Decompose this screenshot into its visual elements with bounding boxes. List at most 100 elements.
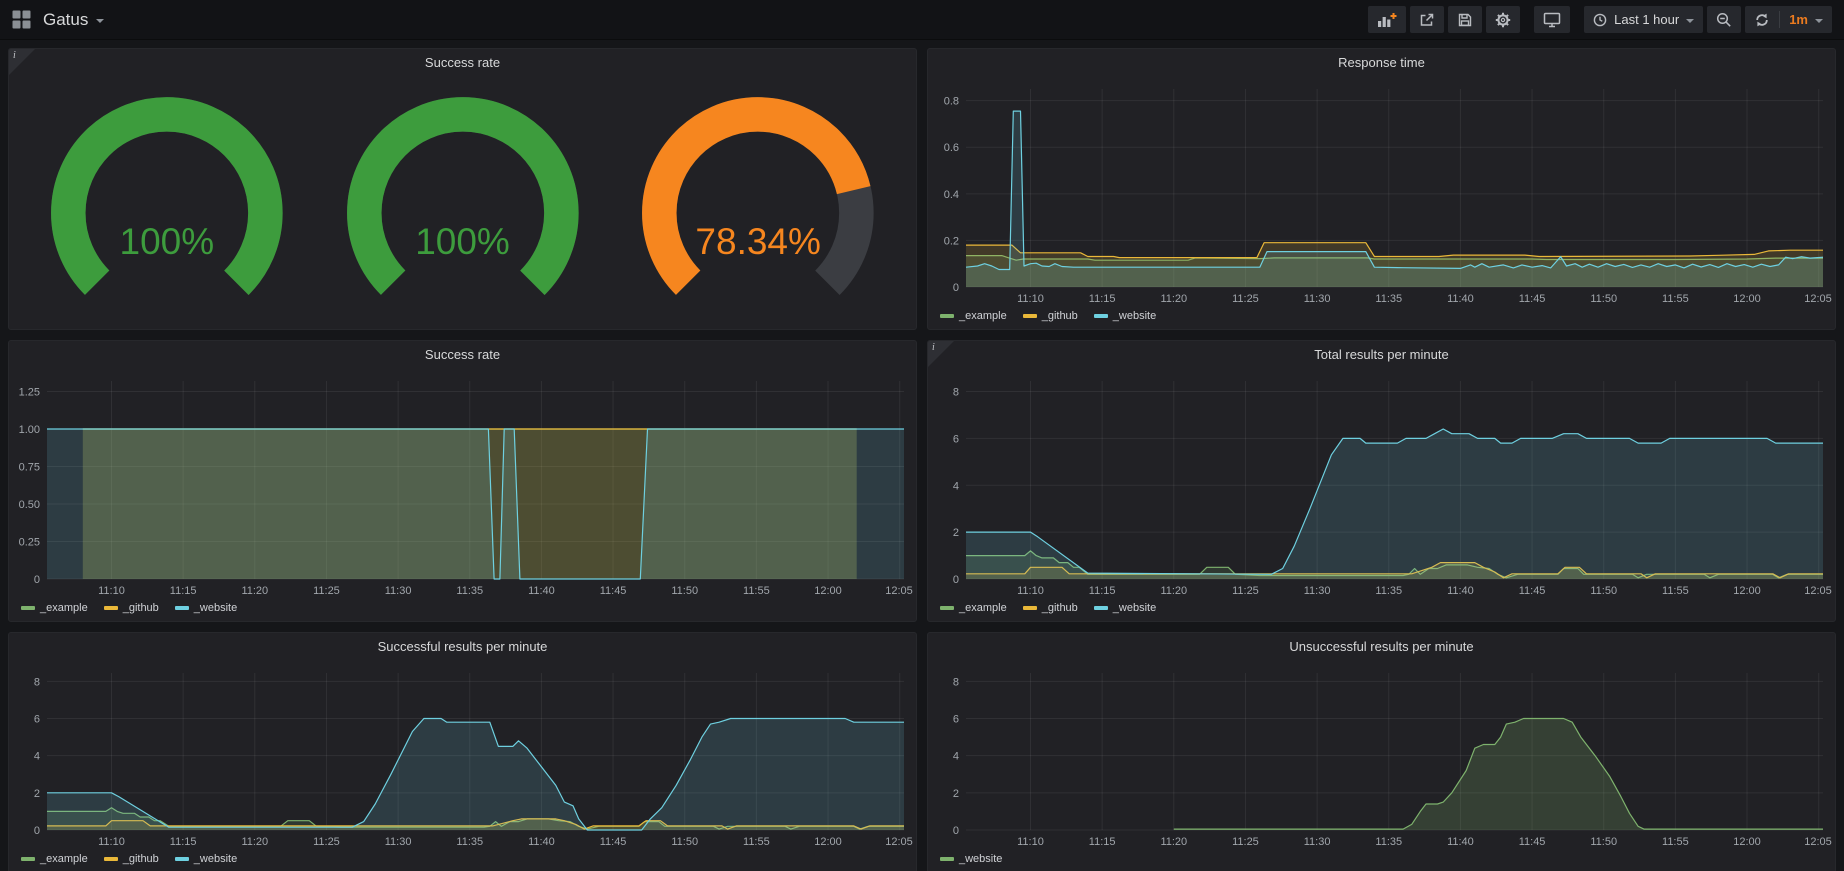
legend: _website [928, 850, 1835, 871]
gauge-arc: 78.34% [610, 75, 906, 330]
gauge-value: 100% [19, 221, 315, 263]
time-range-picker[interactable]: Last 1 hour [1584, 6, 1703, 33]
chart-successful-results[interactable]: 11:1011:1511:2011:2511:3011:3511:4011:45… [9, 659, 916, 850]
add-panel-button[interactable] [1368, 6, 1406, 33]
y-axis-tick-label: 2 [953, 788, 959, 800]
x-axis-tick-label: 11:25 [1232, 585, 1259, 597]
chart-total-results[interactable]: 11:1011:1511:2011:2511:3011:3511:4011:45… [928, 367, 1835, 599]
info-icon: i [13, 50, 16, 61]
gauge-value: 100% [315, 221, 611, 263]
legend-swatch [175, 606, 189, 610]
y-axis-tick-label: 2 [953, 527, 959, 539]
settings-button[interactable] [1486, 6, 1520, 33]
panel-title[interactable]: Success rate [9, 49, 916, 75]
panel-total-results: i Total results per minute 11:1011:1511:… [927, 340, 1836, 622]
legend-item-_example[interactable]: _example [21, 602, 88, 614]
x-axis-tick-label: 12:00 [814, 585, 842, 597]
panel-info-corner[interactable]: i [928, 341, 954, 367]
legend-swatch [1023, 606, 1037, 610]
legend-item-_github[interactable]: _github [104, 853, 159, 865]
legend-label: _website [1113, 602, 1156, 614]
legend-item-_website[interactable]: _website [1094, 310, 1156, 322]
chart-area: 11:1011:1511:2011:2511:3011:3511:4011:45… [928, 75, 1835, 307]
y-axis-tick-label: 2 [34, 788, 40, 800]
dashboard-title-dropdown[interactable]: Gatus [43, 10, 104, 30]
zoom-out-button[interactable] [1707, 6, 1741, 33]
panel-title[interactable]: Total results per minute [928, 341, 1835, 367]
legend: _example _github _website [928, 307, 1835, 329]
legend-swatch [21, 857, 35, 861]
x-axis-tick-label: 11:40 [528, 836, 555, 848]
x-axis-tick-label: 11:25 [1232, 293, 1259, 305]
share-icon [1419, 12, 1435, 28]
legend: _example _github _website [9, 850, 916, 871]
x-axis-tick-label: 11:15 [170, 585, 197, 597]
x-axis-tick-label: 11:35 [1375, 836, 1402, 848]
panel-title[interactable]: Response time [928, 49, 1835, 75]
legend-item-_example[interactable]: _example [21, 853, 88, 865]
panel-info-corner[interactable]: i [9, 49, 35, 75]
panel-success-rate-series: Success rate 11:1011:1511:2011:2511:3011… [8, 340, 917, 622]
chart-unsuccessful-results[interactable]: 11:1011:1511:2011:2511:3011:3511:4011:45… [928, 659, 1835, 850]
cycle-view-mode-button[interactable] [1534, 6, 1570, 33]
grafana-menu-icon[interactable] [12, 10, 31, 29]
legend-item-_website[interactable]: _website [175, 853, 237, 865]
x-axis-tick-label: 12:05 [885, 585, 913, 597]
legend-label: _github [1042, 310, 1078, 322]
x-axis-tick-label: 11:15 [170, 836, 197, 848]
legend-item-_github[interactable]: _github [1023, 602, 1078, 614]
legend-swatch [1094, 606, 1108, 610]
legend-swatch [175, 857, 189, 861]
x-axis-tick-label: 11:35 [456, 836, 483, 848]
x-axis-tick-label: 11:15 [1089, 836, 1116, 848]
legend-item-_website[interactable]: _website [1094, 602, 1156, 614]
x-axis-tick-label: 11:20 [1160, 293, 1187, 305]
clock-icon [1593, 13, 1607, 27]
panel-unsuccessful-results: Unsuccessful results per minute 11:1011:… [927, 632, 1836, 871]
x-axis-tick-label: 12:05 [885, 836, 913, 848]
y-axis-tick-label: 6 [953, 714, 959, 726]
legend-label: _example [40, 853, 88, 865]
save-button[interactable] [1448, 6, 1482, 33]
legend-label: _example [959, 310, 1007, 322]
y-axis-tick-label: 0 [34, 574, 40, 586]
legend-label: _website [1113, 310, 1156, 322]
legend-item-_example[interactable]: _example [940, 310, 1007, 322]
panel-title[interactable]: Success rate [9, 341, 916, 367]
legend-item-_website[interactable]: _website [175, 602, 237, 614]
legend-item-_website[interactable]: _website [940, 853, 1002, 865]
y-axis-tick-label: 1.25 [19, 387, 40, 399]
share-button[interactable] [1410, 6, 1444, 33]
legend-item-_github[interactable]: _github [104, 602, 159, 614]
y-axis-tick-label: 0.50 [19, 499, 40, 511]
chart-success-rate[interactable]: 11:1011:1511:2011:2511:3011:3511:4011:45… [9, 367, 916, 599]
y-axis-tick-label: 0.2 [944, 235, 959, 247]
series-fill-_website [1174, 719, 1823, 831]
y-axis-tick-label: 0.4 [944, 189, 959, 201]
legend-swatch [104, 857, 118, 861]
x-axis-tick-label: 11:45 [1519, 585, 1546, 597]
refresh-picker[interactable]: 1m [1745, 6, 1832, 33]
legend-label: _github [123, 602, 159, 614]
x-axis-tick-label: 11:40 [528, 585, 555, 597]
panel-title[interactable]: Successful results per minute [9, 633, 916, 659]
x-axis-tick-label: 11:50 [1590, 836, 1617, 848]
divider [1779, 11, 1780, 28]
legend-label: _website [194, 853, 237, 865]
y-axis-tick-label: 0.6 [944, 142, 959, 154]
panel-successful-results: Successful results per minute 11:1011:15… [8, 632, 917, 871]
legend-item-_github[interactable]: _github [1023, 310, 1078, 322]
y-axis-tick-label: 0.75 [19, 462, 40, 474]
panel-response-time: Response time 11:1011:1511:2011:2511:301… [927, 48, 1836, 330]
x-axis-tick-label: 11:45 [600, 836, 627, 848]
x-axis-tick-label: 11:30 [1304, 293, 1331, 305]
legend-item-_example[interactable]: _example [940, 602, 1007, 614]
panel-title[interactable]: Unsuccessful results per minute [928, 633, 1835, 659]
refresh-interval-label: 1m [1789, 12, 1808, 27]
chart-response-time[interactable]: 11:1011:1511:2011:2511:3011:3511:4011:45… [928, 75, 1835, 307]
gauge-example: 100% _example [19, 75, 315, 330]
x-axis-tick-label: 12:00 [1733, 293, 1761, 305]
x-axis-tick-label: 11:20 [1160, 585, 1187, 597]
series-fill-_website [966, 429, 1823, 579]
series-fill-_website [47, 429, 904, 579]
